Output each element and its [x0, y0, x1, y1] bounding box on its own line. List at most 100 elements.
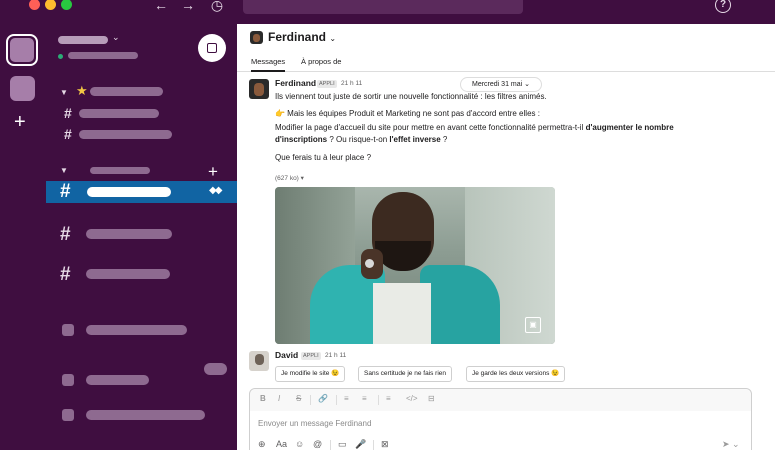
channel-item-placeholder[interactable]	[79, 109, 159, 118]
channel-sidebar: ⌄ ▼ ★ # # ▼ + # ◆◆ # #	[46, 24, 237, 450]
hash-icon: #	[64, 105, 72, 121]
gif-robe	[420, 265, 500, 344]
section-caret-icon[interactable]: ▼	[60, 88, 68, 97]
text-format-icon[interactable]: Aa	[276, 439, 287, 449]
app-badge: APPLI	[317, 80, 337, 88]
channel-header: Ferdinand ⌄	[237, 24, 775, 52]
minimize-window-button[interactable]	[45, 0, 56, 10]
formatting-toolbar: B I S 🔗 ≡ ≡ ≡ </> ⊟	[250, 389, 751, 411]
workspace-icon-active[interactable]	[6, 34, 38, 66]
code-icon[interactable]: </>	[406, 394, 418, 403]
history-icon[interactable]: ◷	[209, 0, 225, 12]
channel-item-placeholder[interactable]	[86, 269, 170, 279]
hash-icon: #	[64, 126, 72, 142]
help-icon[interactable]: ?	[715, 0, 731, 13]
back-arrow-icon[interactable]: ←	[153, 0, 169, 12]
forward-arrow-icon[interactable]: →	[180, 0, 196, 12]
dm-item-placeholder[interactable]	[86, 410, 205, 420]
dm-avatar-placeholder	[62, 324, 74, 336]
add-channel-icon[interactable]: +	[208, 163, 218, 180]
answer-button[interactable]: Je modifie le site 😉	[275, 366, 346, 382]
blockquote-icon[interactable]: ≡	[386, 394, 391, 403]
dm-avatar-placeholder	[62, 409, 74, 421]
gif-logo-icon: ▣	[525, 317, 541, 333]
message-timestamp[interactable]: 21 h 11	[325, 352, 346, 359]
divider	[373, 440, 374, 450]
file-size-toggle[interactable]: (627 ko) ▾	[275, 174, 304, 182]
bullet-list-icon[interactable]: ≡	[362, 394, 367, 403]
dm-item-placeholder[interactable]	[86, 375, 149, 385]
sidebar-item-active-channel[interactable]: # ◆◆	[46, 181, 237, 203]
channel-tabs: Messages À propos de	[237, 52, 775, 72]
close-window-button[interactable]	[29, 0, 40, 10]
date-divider[interactable]: Mercredi 31 mai ⌄	[460, 77, 542, 92]
message-timestamp[interactable]: 21 h 11	[341, 80, 362, 87]
workspace-icon[interactable]	[10, 76, 35, 101]
diamond-icon: ◆◆	[209, 185, 222, 196]
avatar[interactable]	[249, 351, 269, 371]
video-icon[interactable]: ▭	[338, 439, 347, 450]
answer-button[interactable]: Sans certitude je ne fais rien	[358, 366, 453, 382]
bold-icon[interactable]: B	[260, 394, 266, 403]
message-text: Que ferais tu à leur place ?	[275, 153, 372, 162]
tab-about[interactable]: À propos de	[301, 57, 341, 66]
message-text: d'inscriptions ? Ou risque-t-on l'effet …	[275, 135, 447, 144]
channel-item-placeholder[interactable]	[79, 130, 172, 139]
avatar[interactable]	[249, 79, 269, 99]
mention-icon[interactable]: @	[313, 439, 322, 449]
message-text: 👉 Mais les équipes Produit et Marketing …	[275, 109, 540, 118]
user-status-placeholder	[68, 52, 138, 59]
message-sender[interactable]: Ferdinand	[275, 78, 316, 88]
title-bar: ← → ◷ ?	[0, 0, 775, 24]
divider	[378, 395, 379, 405]
bold-text: l'effet inverse	[389, 135, 441, 144]
dm-item-placeholder[interactable]	[86, 325, 187, 335]
message-text: Ils viennent tout juste de sortir une no…	[275, 92, 547, 101]
channel-name: Ferdinand	[268, 30, 327, 44]
workspace-rail: +	[0, 24, 46, 450]
hash-icon: #	[60, 264, 71, 285]
chevron-down-icon: ⌄	[329, 34, 337, 43]
search-bar[interactable]	[243, 0, 523, 14]
ordered-list-icon[interactable]: ≡	[344, 394, 349, 403]
link-icon[interactable]: 🔗	[318, 394, 328, 403]
add-workspace-icon[interactable]: +	[14, 112, 26, 132]
divider	[336, 395, 337, 405]
badge-placeholder	[204, 363, 227, 375]
section-caret-icon[interactable]: ▼	[60, 166, 68, 175]
channels-section-placeholder[interactable]	[90, 167, 150, 174]
attach-plus-icon[interactable]: ⊕	[258, 439, 266, 450]
text-run: ? Ou risque-t-on	[327, 135, 390, 144]
animated-gif[interactable]: ▣	[275, 187, 555, 344]
channel-avatar	[250, 31, 263, 44]
compose-icon	[207, 43, 217, 53]
channel-view: Ferdinand ⌄ Messages À propos de Mercred…	[237, 24, 775, 450]
message-text: Modifier la page d'accueil du site pour …	[275, 123, 674, 132]
message-composer: B I S 🔗 ≡ ≡ ≡ </> ⊟ Envoyer un message F…	[249, 388, 752, 450]
send-icon[interactable]: ➤ ⌄	[722, 439, 740, 450]
emoji-icon[interactable]: ☺	[295, 439, 304, 449]
answer-button[interactable]: Je garde les deux versions 😉	[466, 366, 566, 382]
workspace-name-placeholder[interactable]	[58, 36, 108, 44]
message-input[interactable]: Envoyer un message Ferdinand	[258, 419, 371, 428]
microphone-icon[interactable]: 🎤	[355, 439, 366, 450]
code-block-icon[interactable]: ⊟	[428, 394, 435, 403]
italic-icon[interactable]: I	[278, 394, 280, 403]
new-message-button[interactable]	[198, 34, 226, 62]
divider	[310, 395, 311, 405]
bold-text: d'inscriptions	[275, 135, 328, 144]
strikethrough-icon[interactable]: S	[296, 394, 301, 403]
channel-item-placeholder[interactable]	[86, 229, 172, 239]
gif-shirt	[373, 283, 431, 344]
bold-text: d'augmenter le nombre	[585, 123, 674, 132]
shortcuts-icon[interactable]: ⊠	[381, 439, 389, 450]
zoom-window-button[interactable]	[61, 0, 72, 10]
starred-section-placeholder[interactable]	[90, 87, 163, 96]
tab-messages[interactable]: Messages	[251, 57, 286, 72]
star-icon: ★	[76, 83, 88, 98]
channel-title-button[interactable]: Ferdinand ⌄	[268, 30, 336, 44]
message-sender[interactable]: David	[275, 350, 298, 360]
active-channel-placeholder	[87, 187, 171, 197]
chevron-down-icon[interactable]: ⌄	[112, 32, 120, 43]
text-run: ?	[440, 135, 448, 144]
